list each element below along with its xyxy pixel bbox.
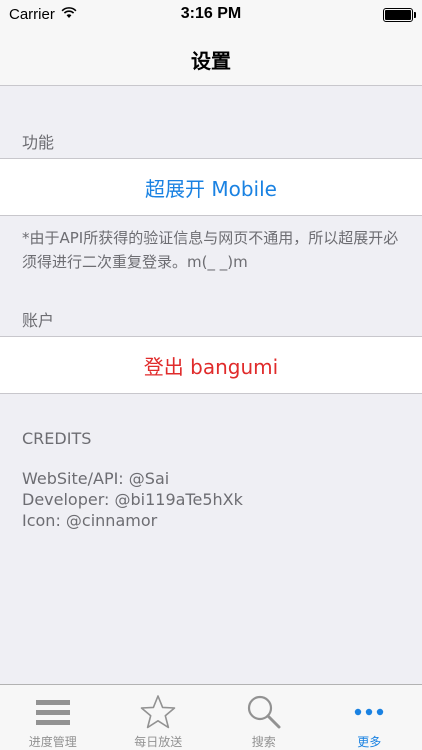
credits-title: CREDITS <box>22 429 92 448</box>
credits-list: WebSite/API: @Sai Developer: @bi119aTe5h… <box>22 468 243 531</box>
open-mobile-button[interactable]: 超展开 Mobile <box>0 158 422 216</box>
list-icon <box>34 693 72 731</box>
credits-line-icon: Icon: @cinnamor <box>22 511 158 530</box>
star-icon <box>139 693 177 731</box>
tab-more[interactable]: 更多 <box>317 685 422 750</box>
tab-label: 搜索 <box>251 735 276 749</box>
tab-progress[interactable]: 进度管理 <box>0 685 106 750</box>
credits-line-website: WebSite/API: @Sai <box>22 469 170 488</box>
status-bar: Carrier 3:16 PM <box>0 0 422 30</box>
more-icon <box>350 693 388 731</box>
page-title: 设置 <box>191 49 231 73</box>
navigation-bar: 设置 <box>0 30 422 86</box>
credits-line-developer: Developer: @bi119aTe5hXk <box>22 490 243 509</box>
section-header-features: 功能 <box>22 133 55 152</box>
logout-button[interactable]: 登出 bangumi <box>0 336 422 394</box>
battery-icon <box>383 8 416 22</box>
tab-label: 每日放送 <box>134 735 183 749</box>
tab-label: 更多 <box>357 735 382 749</box>
tab-search[interactable]: 搜索 <box>211 685 317 750</box>
status-time: 3:16 PM <box>180 5 242 22</box>
section-header-account: 账户 <box>22 311 55 330</box>
tab-label: 进度管理 <box>28 735 77 749</box>
tab-daily[interactable]: 每日放送 <box>106 685 212 750</box>
search-icon <box>245 693 283 731</box>
features-footnote: *由于API所获得的验证信息与网页不通用，所以超展开必须得进行二次重复登录。m(… <box>22 229 399 271</box>
tab-bar: 进度管理 每日放送 搜索 更多 <box>0 684 422 750</box>
